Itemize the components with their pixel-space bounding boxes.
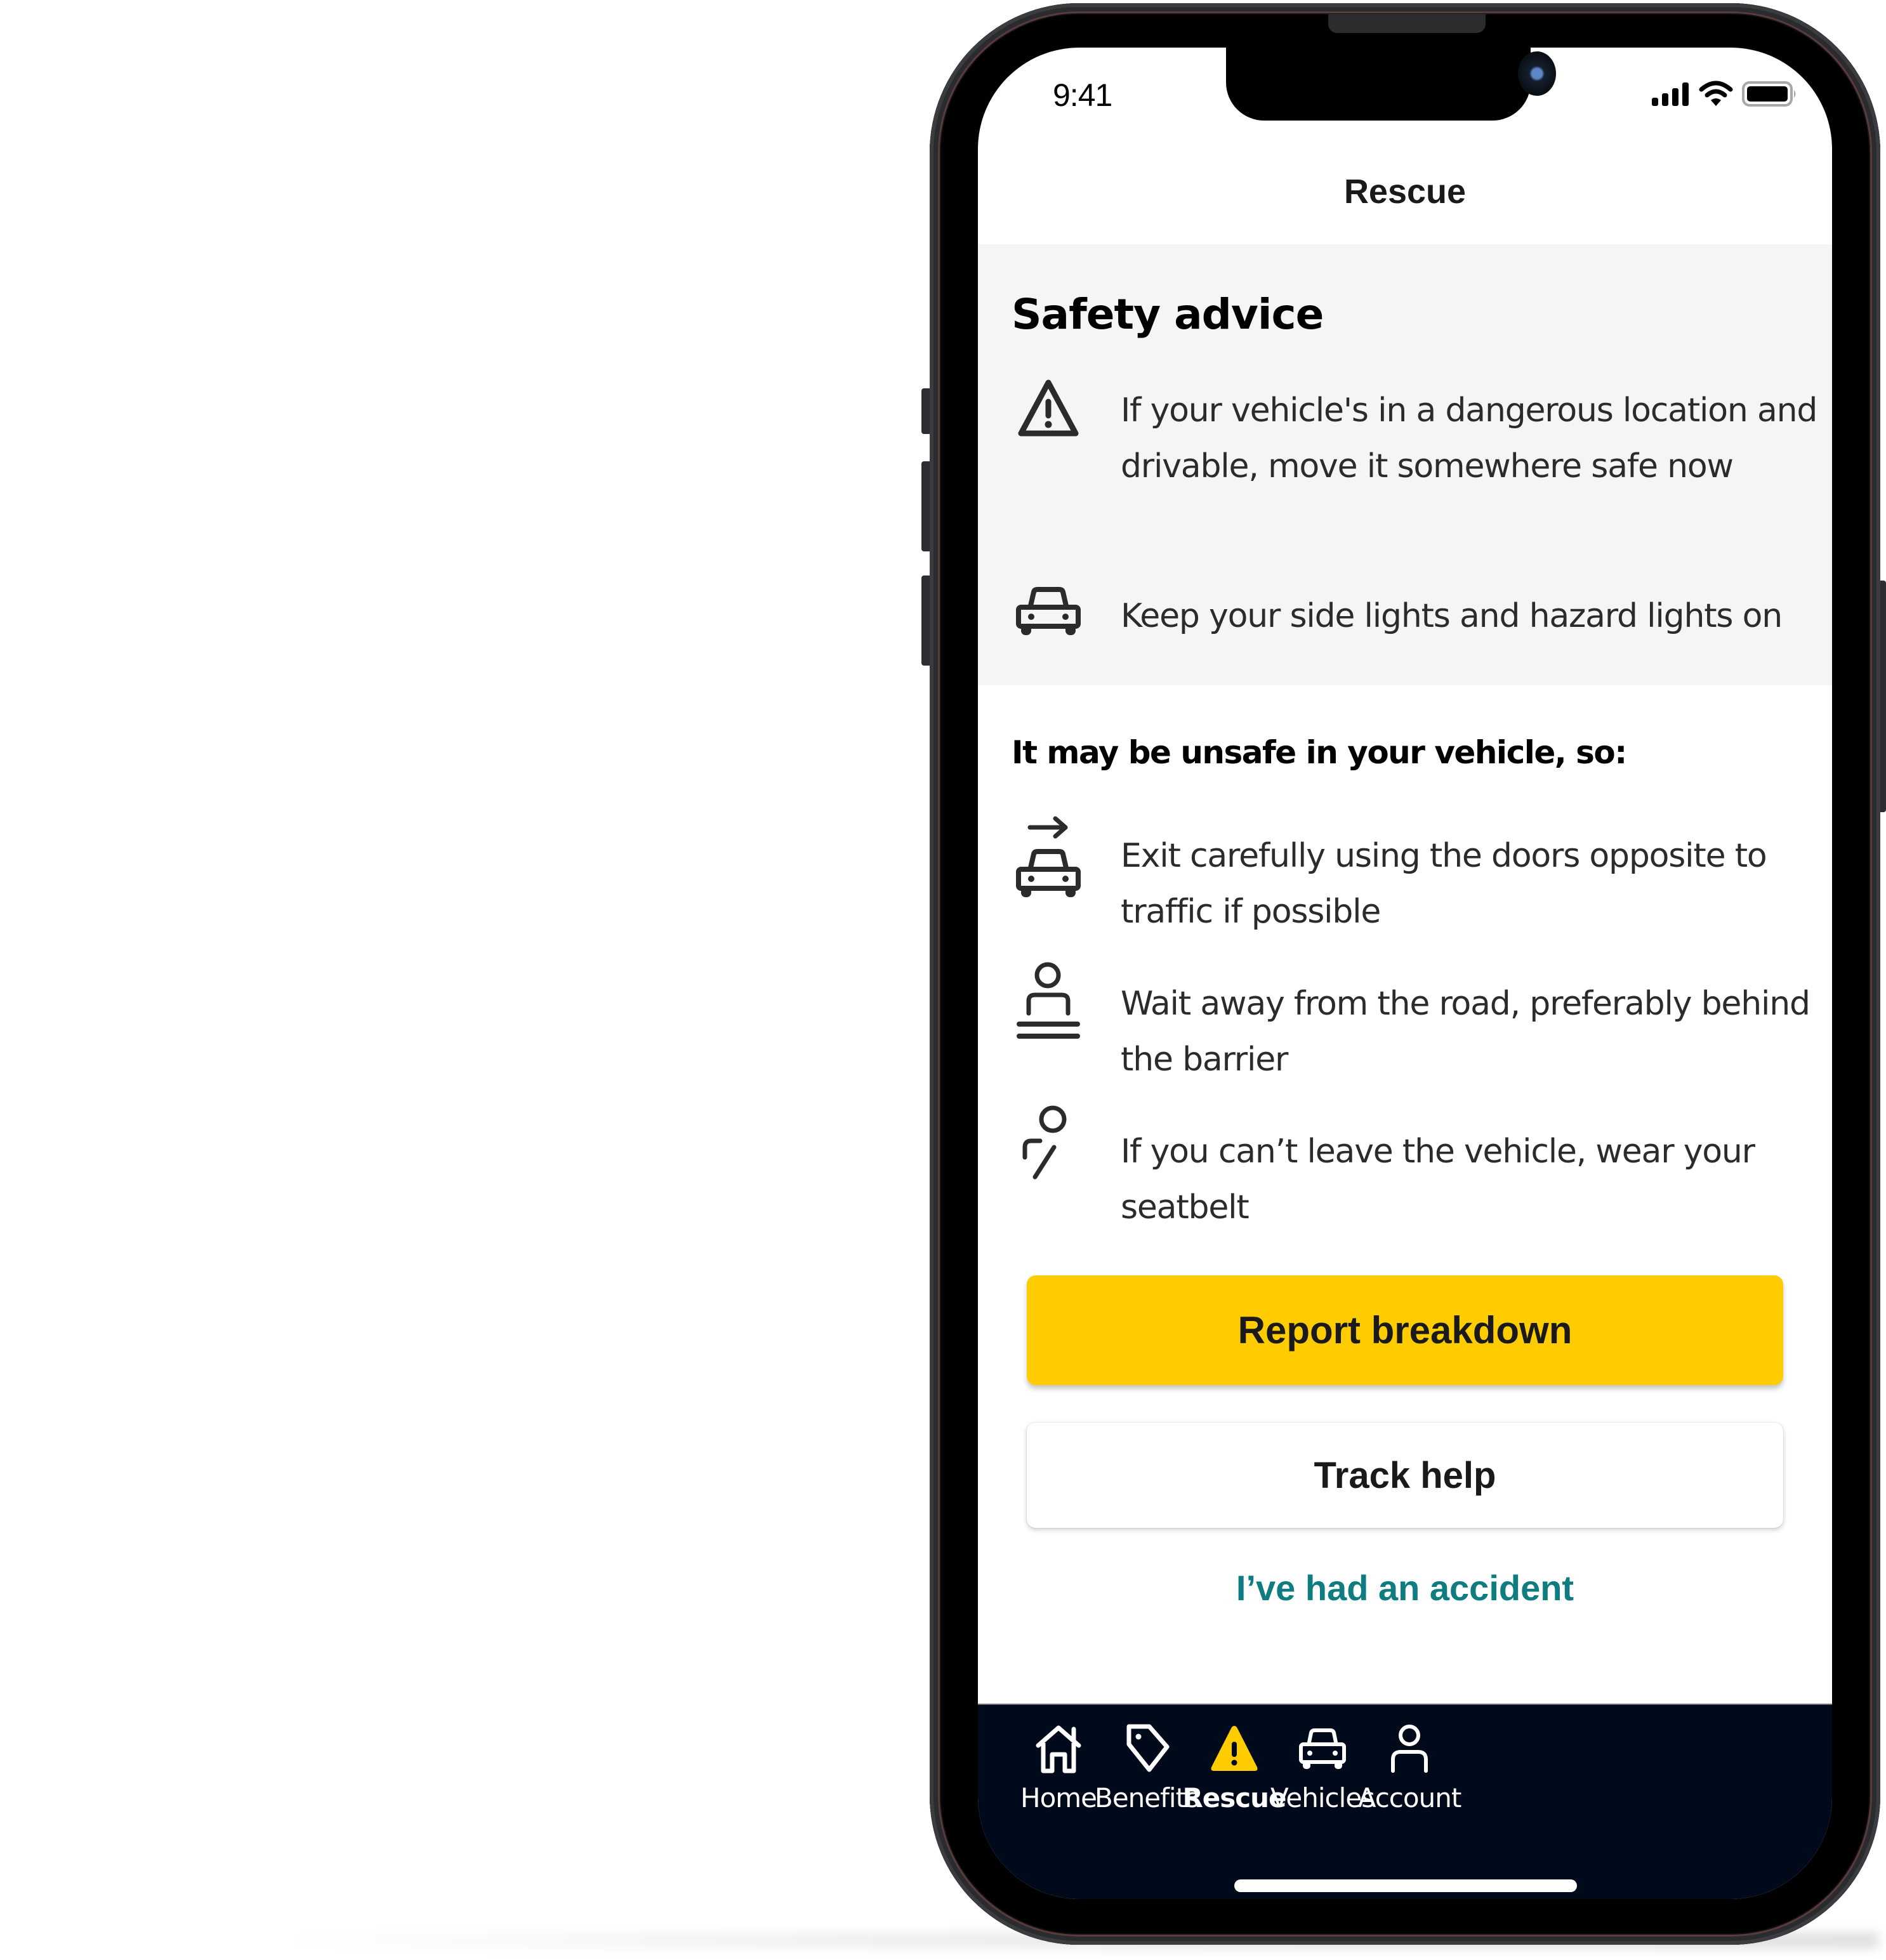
safety-advice-heading: Safety advice	[1012, 290, 1324, 339]
warning-triangle-icon	[1018, 379, 1079, 437]
notch	[1226, 48, 1556, 121]
bottom-nav: Home Benefits Rescue Vehicles Account	[978, 1704, 1832, 1899]
status-time: 9:41	[1053, 77, 1112, 113]
unsafe-item-text: Wait away from the road, preferably behi…	[1121, 985, 1810, 1079]
person-icon	[1391, 1725, 1428, 1773]
front-camera	[1518, 51, 1556, 96]
status-icons	[1651, 81, 1798, 107]
home-icon	[1036, 1725, 1081, 1773]
car-icon	[1016, 587, 1081, 635]
wifi-icon	[1699, 81, 1733, 106]
cellular-signal-icon	[1652, 82, 1689, 106]
warning-triangle-icon	[1211, 1726, 1258, 1771]
phone-screen: 9:41 Rescue Safety advice If your vehicl…	[978, 48, 1832, 1899]
advice-item-text: Keep your side lights and hazard lights …	[1121, 597, 1783, 635]
nav-item-account[interactable]: Account	[1340, 1724, 1479, 1813]
earpiece-speaker	[1328, 14, 1486, 33]
advice-item-text: If your vehicle's in a dangerous locatio…	[1121, 391, 1817, 485]
unsafe-section-heading: It may be unsafe in your vehicle, so:	[1012, 734, 1627, 771]
report-breakdown-button[interactable]: Report breakdown	[1027, 1275, 1783, 1385]
battery-icon	[1742, 81, 1796, 107]
nav-label: Account	[1357, 1782, 1462, 1813]
home-indicator[interactable]	[1234, 1879, 1577, 1892]
person-seatbelt-icon	[1022, 1105, 1067, 1180]
car-exit-icon	[1016, 816, 1081, 897]
page-title: Rescue	[1343, 173, 1467, 211]
accident-link[interactable]: I’ve had an accident	[978, 1567, 1832, 1608]
person-behind-barrier-icon	[1017, 962, 1080, 1039]
track-help-button[interactable]: Track help	[1027, 1423, 1783, 1528]
unsafe-item-text: If you can’t leave the vehicle, wear you…	[1121, 1133, 1755, 1227]
unsafe-item-text: Exit carefully using the doors opposite …	[1121, 837, 1767, 931]
